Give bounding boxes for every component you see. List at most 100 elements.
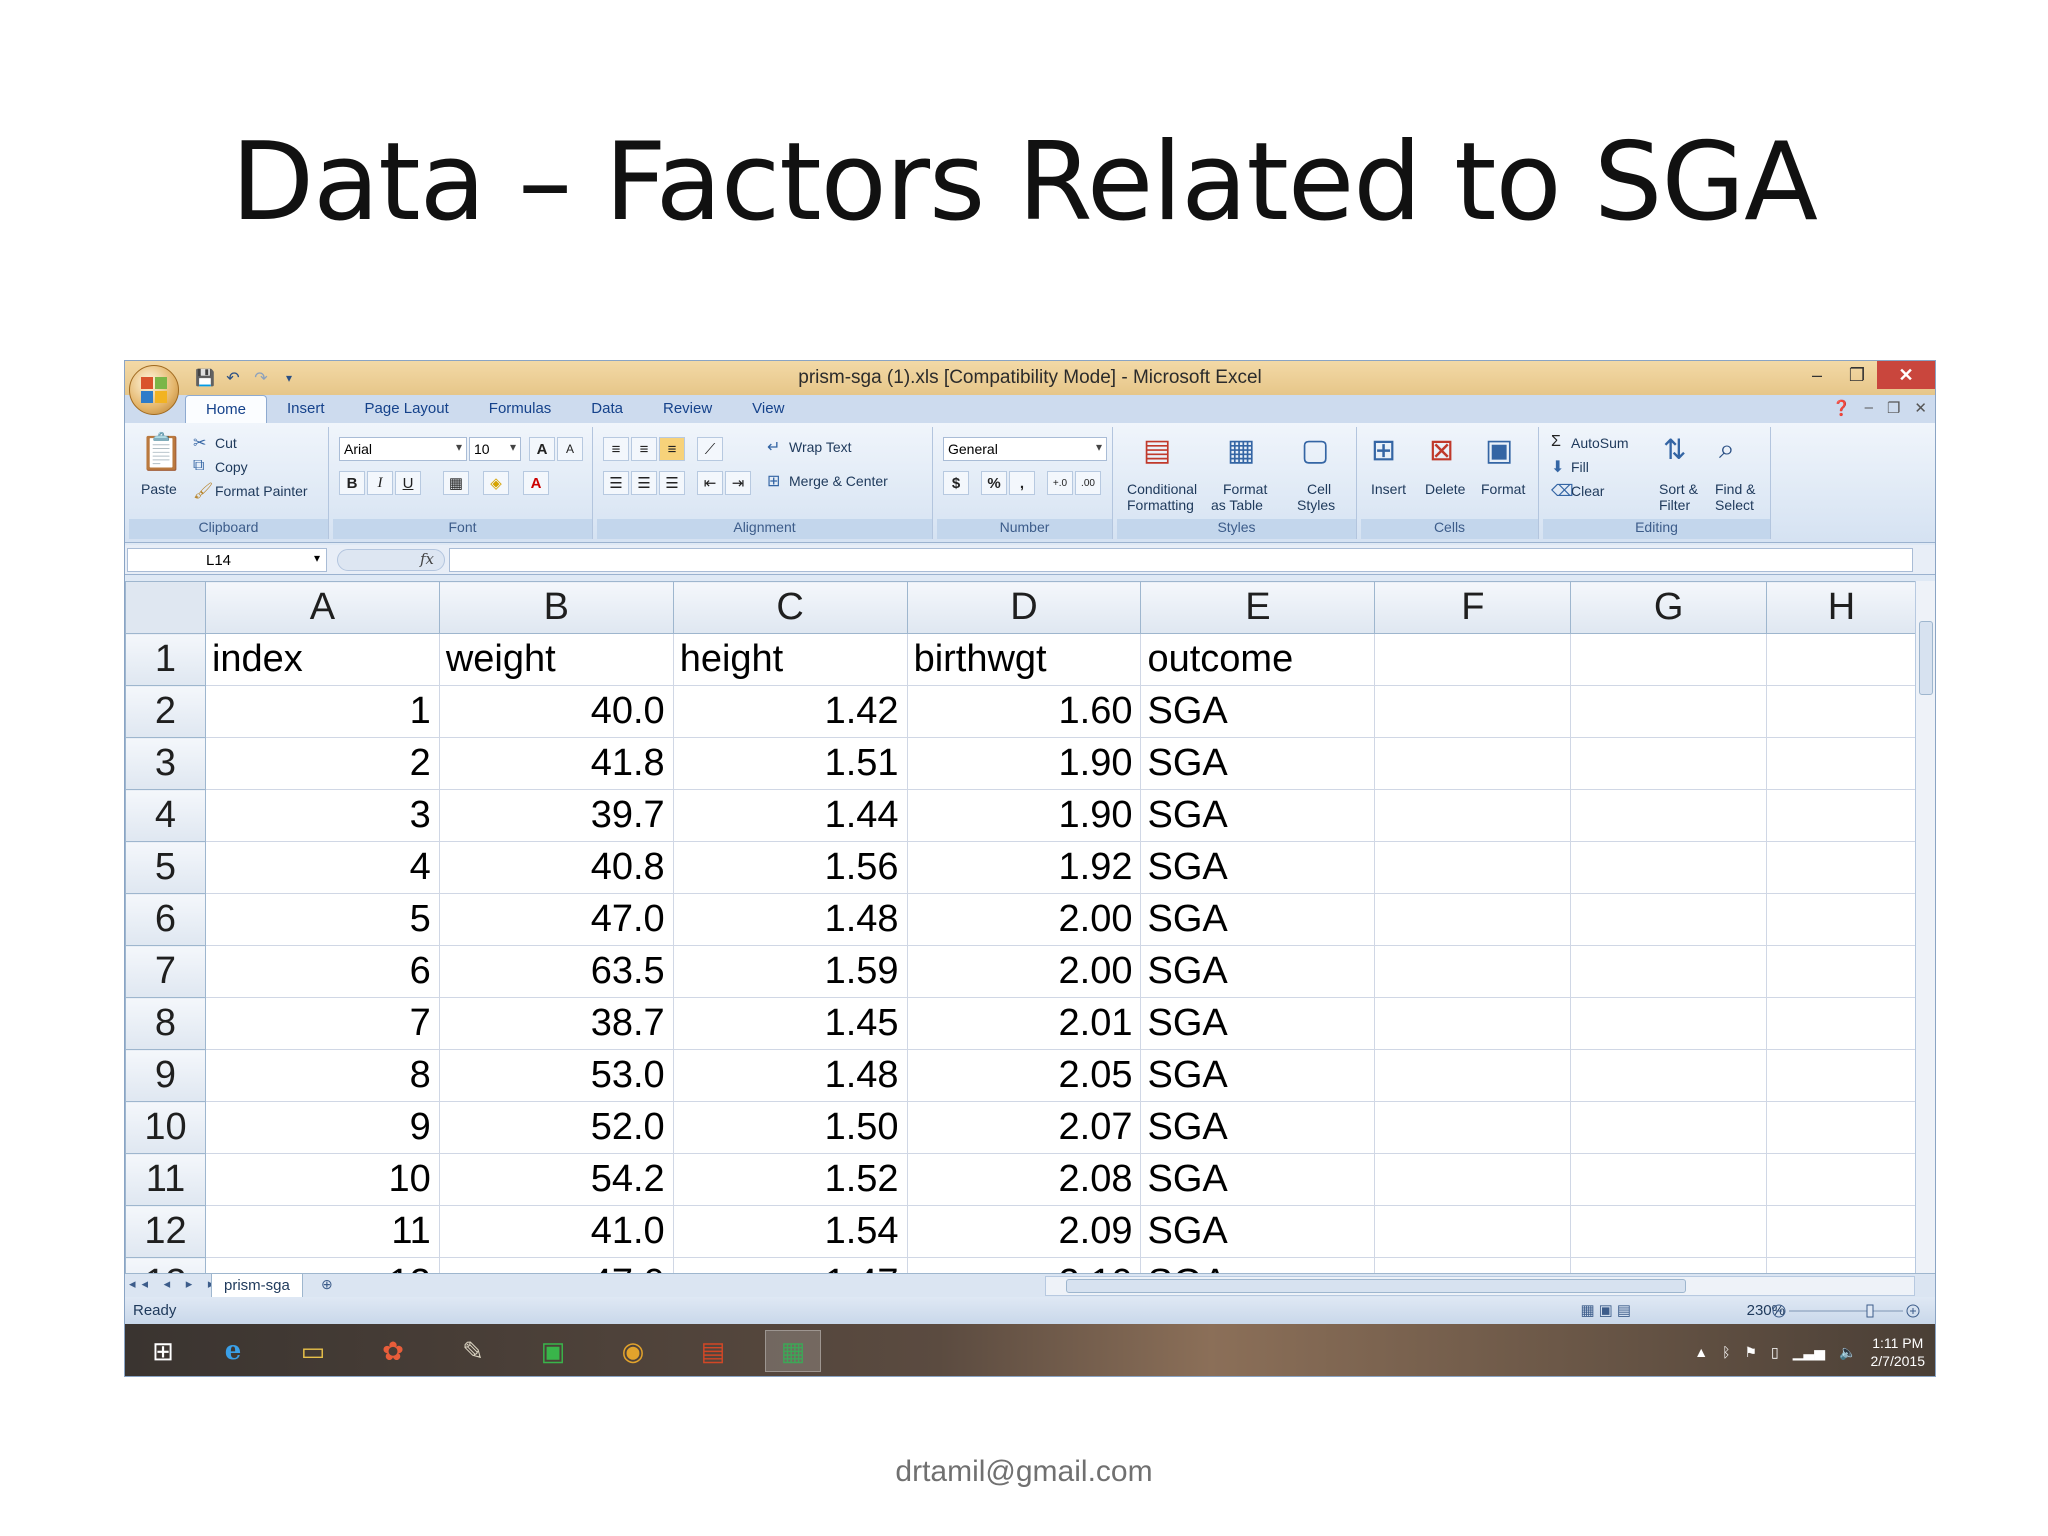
help-icon[interactable]: ❓ <box>1832 399 1851 417</box>
cell-b6[interactable]: 47.0 <box>438 893 674 946</box>
cell-a9[interactable]: 8 <box>204 1049 440 1102</box>
autosum-icon[interactable]: Σ <box>1551 433 1561 451</box>
cell-c10[interactable]: 1.50 <box>672 1101 908 1154</box>
start-windows-icon[interactable]: ⊞ <box>135 1330 191 1372</box>
borders-icon[interactable]: ▦ <box>443 471 469 495</box>
tab-formulas[interactable]: Formulas <box>469 395 572 423</box>
format-painter-button[interactable]: Format Painter <box>215 483 308 499</box>
cell-h13[interactable] <box>1766 1257 1917 1273</box>
wrap-text-icon[interactable]: ↵ <box>767 437 780 457</box>
cell-f5[interactable] <box>1374 841 1572 894</box>
zoom-slider[interactable] <box>1771 1303 1921 1319</box>
cell-e1[interactable]: outcome <box>1140 633 1376 686</box>
tab-insert[interactable]: Insert <box>267 395 345 423</box>
cell-g1[interactable] <box>1570 633 1768 686</box>
align-bottom-icon[interactable]: ≡ <box>659 437 685 461</box>
cell-e6[interactable]: SGA <box>1140 893 1376 946</box>
font-color-icon[interactable]: A <box>523 471 549 495</box>
fill-color-icon[interactable]: ◈ <box>483 471 509 495</box>
cell-f13[interactable] <box>1374 1257 1572 1273</box>
select-all-corner[interactable] <box>125 581 206 634</box>
cell-g2[interactable] <box>1570 685 1768 738</box>
network-signal-icon[interactable]: ▁▃▅ <box>1793 1344 1825 1361</box>
cell-g9[interactable] <box>1570 1049 1768 1102</box>
minimize-button[interactable]: – <box>1797 361 1837 389</box>
close-button[interactable]: ✕ <box>1877 361 1935 389</box>
cell-styles-icon[interactable]: ▢ <box>1301 433 1329 468</box>
number-format-select[interactable]: General <box>943 437 1107 461</box>
cell-b8[interactable]: 38.7 <box>438 997 674 1050</box>
cell-c7[interactable]: 1.59 <box>672 945 908 998</box>
cell-e2[interactable]: SGA <box>1140 685 1376 738</box>
column-header-g[interactable]: G <box>1570 581 1768 634</box>
cell-f6[interactable] <box>1374 893 1572 946</box>
cell-b12[interactable]: 41.0 <box>438 1205 674 1258</box>
underline-button[interactable]: U <box>395 471 421 495</box>
cell-h8[interactable] <box>1766 997 1917 1050</box>
font-name-select[interactable]: Arial <box>339 437 467 461</box>
cell-e13[interactable]: SGA <box>1140 1257 1376 1273</box>
currency-button[interactable]: $ <box>943 471 969 495</box>
conditional-formatting-icon[interactable]: ▤ <box>1143 433 1171 468</box>
format-painter-icon[interactable]: 🖌 <box>193 481 213 501</box>
cell-b1[interactable]: weight <box>438 633 674 686</box>
copy-icon[interactable]: ⧉ <box>193 457 204 475</box>
picasa-icon[interactable]: ✿ <box>365 1330 421 1372</box>
cell-c1[interactable]: height <box>672 633 908 686</box>
sheet-tab[interactable]: prism-sga <box>211 1274 303 1298</box>
row-header[interactable]: 11 <box>125 1153 206 1206</box>
cell-a10[interactable]: 9 <box>204 1101 440 1154</box>
cell-d1[interactable]: birthwgt <box>906 633 1142 686</box>
sort-filter-icon[interactable]: ⇅ <box>1663 433 1686 466</box>
align-center-icon[interactable]: ☰ <box>631 471 657 495</box>
bluetooth-icon[interactable]: ᛒ <box>1722 1344 1730 1360</box>
cell-g6[interactable] <box>1570 893 1768 946</box>
cell-g12[interactable] <box>1570 1205 1768 1258</box>
cell-e5[interactable]: SGA <box>1140 841 1376 894</box>
clear-button[interactable]: Clear <box>1571 483 1604 499</box>
internet-explorer-icon[interactable]: e <box>205 1330 261 1372</box>
font-size-select[interactable]: 10 <box>469 437 521 461</box>
find-select-icon[interactable]: ⌕ <box>1719 433 1735 466</box>
insert-function-icon[interactable]: fx <box>337 549 445 571</box>
cell-d11[interactable]: 2.08 <box>906 1153 1142 1206</box>
cell-e3[interactable]: SGA <box>1140 737 1376 790</box>
cell-g5[interactable] <box>1570 841 1768 894</box>
cell-e10[interactable]: SGA <box>1140 1101 1376 1154</box>
row-header[interactable]: 7 <box>125 945 206 998</box>
clock[interactable]: 1:11 PM 2/7/2015 <box>1871 1334 1926 1370</box>
notes-app-icon[interactable]: ✎ <box>445 1330 501 1372</box>
insert-cells-icon[interactable]: ⊞ <box>1371 433 1396 468</box>
row-header[interactable]: 2 <box>125 685 206 738</box>
cell-f8[interactable] <box>1374 997 1572 1050</box>
cell-c13[interactable]: 1.47 <box>672 1257 908 1273</box>
row-header[interactable]: 12 <box>125 1205 206 1258</box>
cell-e7[interactable]: SGA <box>1140 945 1376 998</box>
cell-c2[interactable]: 1.42 <box>672 685 908 738</box>
percent-button[interactable]: % <box>981 471 1007 495</box>
cell-h2[interactable] <box>1766 685 1917 738</box>
cell-f9[interactable] <box>1374 1049 1572 1102</box>
bold-button[interactable]: B <box>339 471 365 495</box>
cut-icon[interactable]: ✂ <box>193 433 206 453</box>
cell-c8[interactable]: 1.45 <box>672 997 908 1050</box>
cell-a4[interactable]: 3 <box>204 789 440 842</box>
cell-d13[interactable]: 2.10 <box>906 1257 1142 1273</box>
column-header-e[interactable]: E <box>1140 581 1376 634</box>
format-as-table-button-line1[interactable]: Format <box>1223 481 1267 497</box>
insert-sheet-icon[interactable]: ⊕ <box>321 1276 333 1293</box>
tab-view[interactable]: View <box>732 395 804 423</box>
cell-c5[interactable]: 1.56 <box>672 841 908 894</box>
cell-styles-button-line1[interactable]: Cell <box>1307 481 1331 497</box>
row-header[interactable]: 3 <box>125 737 206 790</box>
tab-home[interactable]: Home <box>185 395 268 423</box>
workbook-restore-icon[interactable]: ❐ <box>1887 399 1900 417</box>
column-header-h[interactable]: H <box>1766 581 1917 634</box>
view-mode-icons[interactable]: ▦▣▤ <box>1580 1301 1635 1319</box>
cell-styles-button-line2[interactable]: Styles <box>1297 497 1335 513</box>
cell-g8[interactable] <box>1570 997 1768 1050</box>
sort-filter-button-line1[interactable]: Sort & <box>1659 481 1698 497</box>
column-header-a[interactable]: A <box>204 581 440 634</box>
delete-cells-icon[interactable]: ⊠ <box>1429 433 1454 468</box>
action-center-flag-icon[interactable]: ⚑ <box>1744 1344 1757 1361</box>
